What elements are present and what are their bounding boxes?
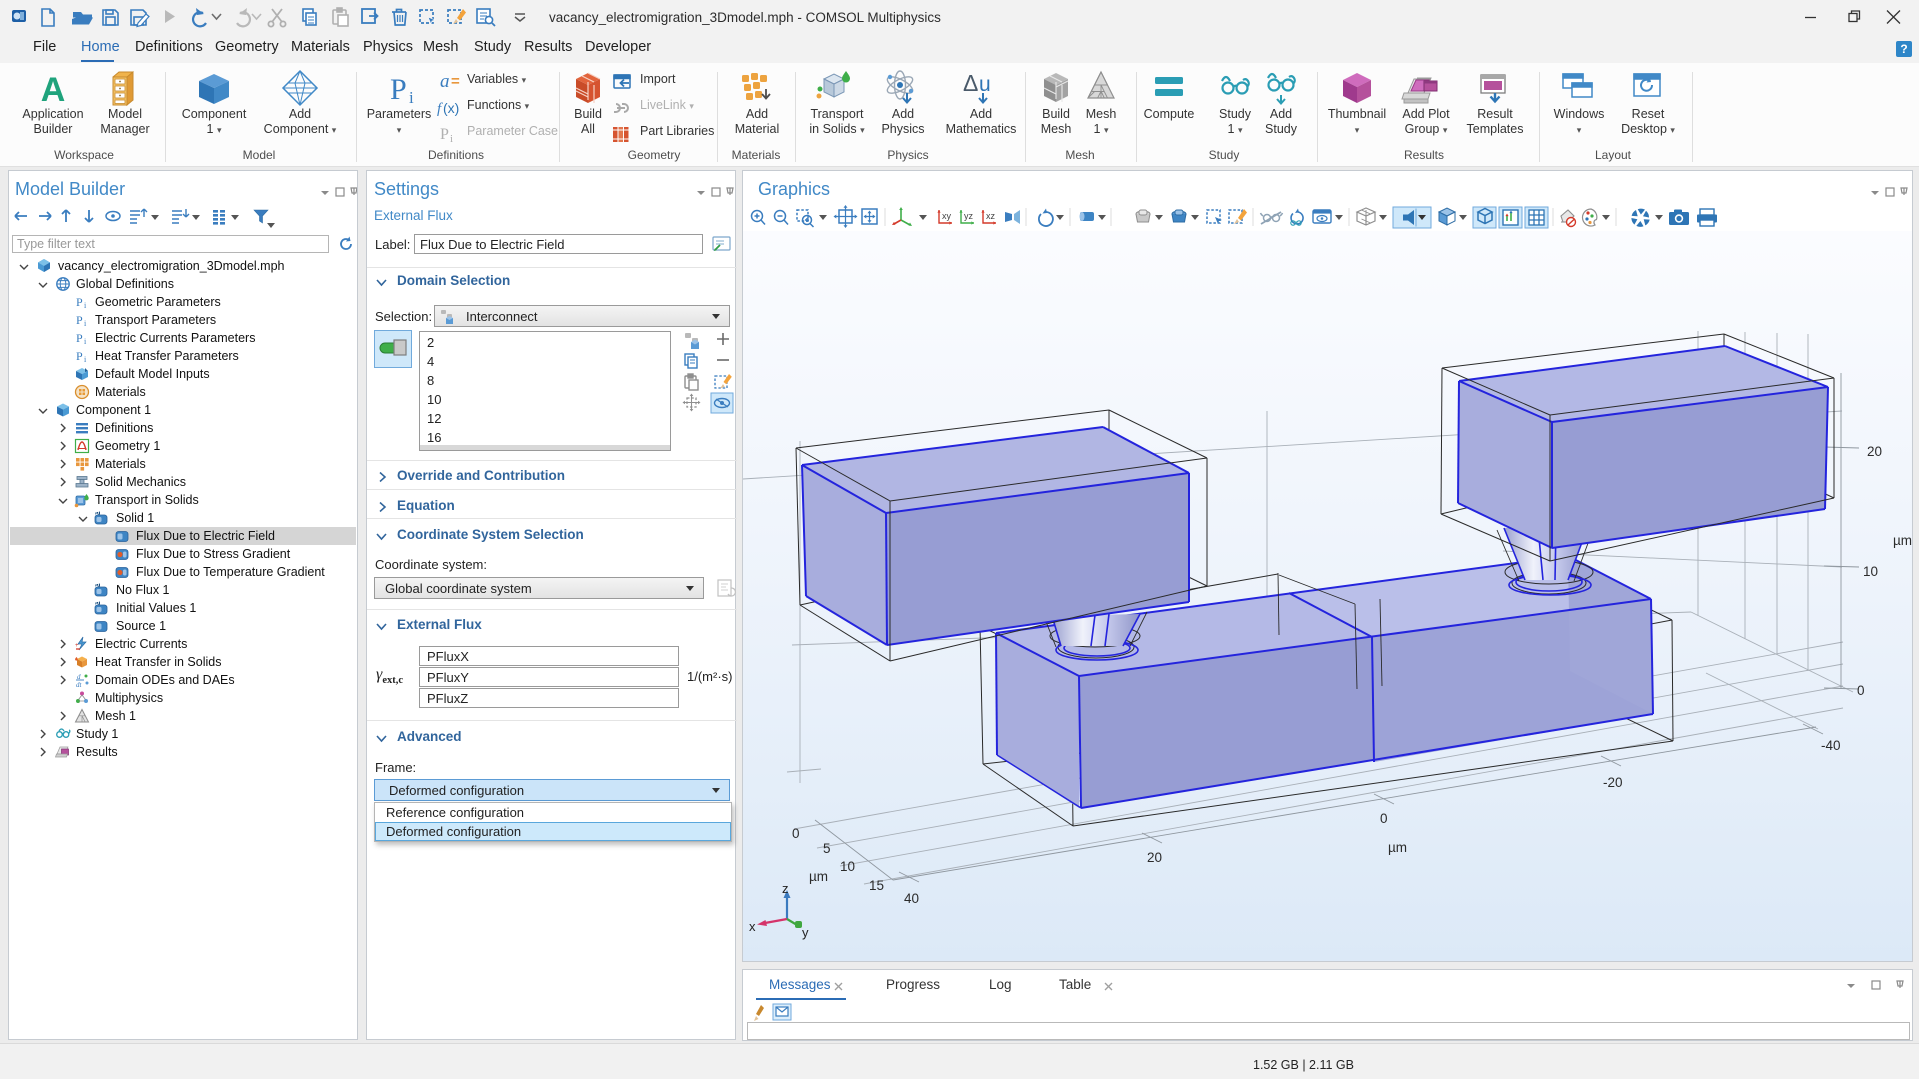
- svg-text:A: A: [41, 71, 66, 109]
- svg-text:x: x: [749, 919, 756, 934]
- svg-text:z: z: [782, 881, 789, 896]
- svg-text:P: P: [76, 313, 83, 327]
- svg-text:xz: xz: [986, 211, 996, 221]
- svg-text:a: a: [440, 71, 450, 92]
- svg-text:+: +: [75, 643, 79, 649]
- svg-text:xy: xy: [942, 211, 952, 221]
- svg-text:µm: µm: [1388, 840, 1407, 855]
- svg-text:-20: -20: [1603, 775, 1623, 790]
- svg-text:5: 5: [823, 841, 831, 856]
- svg-text:P: P: [440, 126, 449, 143]
- svg-text:u: u: [979, 73, 991, 96]
- svg-text:µm: µm: [1893, 533, 1912, 548]
- svg-text:D: D: [95, 583, 99, 589]
- svg-text:D: D: [95, 601, 99, 607]
- svg-text:P: P: [76, 331, 83, 345]
- svg-text:40: 40: [904, 891, 919, 906]
- svg-text:i: i: [450, 133, 453, 145]
- svg-text:20: 20: [1147, 850, 1162, 865]
- svg-text:yz: yz: [964, 211, 974, 221]
- svg-text:(x): (x): [443, 100, 459, 116]
- svg-text:P: P: [390, 73, 407, 106]
- svg-text:i: i: [84, 337, 87, 346]
- svg-text:y: y: [802, 925, 809, 940]
- svg-text:10: 10: [1863, 564, 1878, 579]
- svg-text:0: 0: [1857, 683, 1865, 698]
- svg-text:D: D: [95, 511, 99, 517]
- svg-text:i: i: [84, 355, 87, 364]
- svg-text:dt: dt: [76, 681, 83, 688]
- svg-text:µm: µm: [809, 869, 828, 884]
- svg-text:0: 0: [1380, 811, 1388, 826]
- svg-text:i: i: [84, 301, 87, 310]
- svg-text:=: =: [451, 73, 460, 90]
- svg-text:P: P: [76, 295, 83, 309]
- svg-text:i: i: [409, 88, 414, 107]
- svg-text:20: 20: [1867, 444, 1882, 459]
- svg-text:P: P: [76, 349, 83, 363]
- svg-text:Δ: Δ: [963, 70, 978, 96]
- svg-text:10: 10: [840, 859, 855, 874]
- svg-text:-40: -40: [1821, 738, 1841, 753]
- svg-text:15: 15: [869, 878, 884, 893]
- svg-text:0: 0: [792, 826, 800, 841]
- svg-text:i: i: [84, 319, 87, 328]
